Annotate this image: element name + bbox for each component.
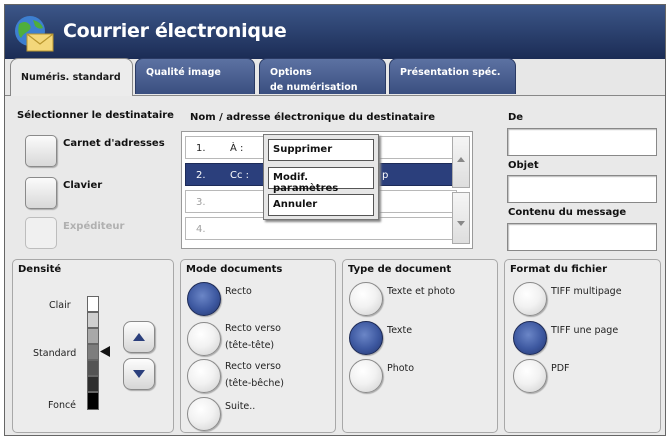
density-step xyxy=(87,312,99,328)
globe-envelope-icon xyxy=(15,16,54,52)
delete-menu-item[interactable]: Supprimer xyxy=(268,139,374,161)
sender-button[interactable] xyxy=(25,217,57,249)
text-photo-label: Texte et photo xyxy=(387,286,456,297)
pdf-radio[interactable] xyxy=(513,359,547,393)
more-modes-radio[interactable] xyxy=(187,397,221,431)
window-title: Courrier électronique xyxy=(63,20,287,42)
subject-label: Objet xyxy=(508,160,539,171)
chevron-up-icon xyxy=(457,157,465,162)
message-body-label: Contenu du message xyxy=(508,207,627,218)
photo-radio[interactable] xyxy=(349,359,383,393)
tiff-single-page-radio[interactable] xyxy=(513,321,547,355)
duplex-head-toe-radio[interactable] xyxy=(187,359,221,393)
keyboard-button[interactable] xyxy=(25,177,57,209)
density-step xyxy=(87,328,99,344)
row-number: 1. xyxy=(196,143,206,154)
message-body-field[interactable] xyxy=(507,223,657,251)
triangle-down-icon xyxy=(133,370,145,378)
photo-label: Photo xyxy=(387,363,415,374)
triangle-up-icon xyxy=(133,333,145,341)
tab-image-quality[interactable]: Qualité image xyxy=(135,58,255,94)
chevron-down-icon xyxy=(457,221,465,226)
more-modes-label: Suite.. xyxy=(225,401,256,412)
tiff-single-page-label: TIFF une page xyxy=(551,325,619,336)
row-address: p xyxy=(382,170,389,181)
text-label: Texte xyxy=(387,325,413,336)
file-format-heading: Format du fichier xyxy=(510,264,608,275)
tab-layout-adjustment[interactable]: Présentation spéc. xyxy=(389,58,516,94)
address-book-button[interactable] xyxy=(25,135,57,167)
from-label: De xyxy=(508,112,524,123)
density-step xyxy=(87,376,99,392)
density-pointer-icon xyxy=(100,346,110,357)
density-step-current xyxy=(87,344,99,360)
cancel-menu-item[interactable]: Annuler xyxy=(268,194,374,216)
duplex-head-head-label: Recto verso (tête-tête) xyxy=(225,323,281,351)
recto-label: Recto xyxy=(225,286,252,297)
tiff-multipage-label: TIFF multipage xyxy=(551,286,622,297)
from-field[interactable] xyxy=(507,128,657,156)
recipient-heading: Sélectionner le destinataire xyxy=(17,110,174,121)
recipient-row[interactable]: 4. xyxy=(185,217,457,240)
document-mode-heading: Mode documents xyxy=(186,264,283,275)
density-heading: Densité xyxy=(18,264,62,275)
tab-label: Numéris. standard xyxy=(21,72,121,83)
row-number: 4. xyxy=(196,224,206,235)
density-step xyxy=(87,392,99,410)
density-standard-label: Standard xyxy=(33,348,77,359)
tab-label: Qualité image xyxy=(146,67,221,78)
duplex-head-head-radio[interactable] xyxy=(187,322,221,356)
text-photo-radio[interactable] xyxy=(349,282,383,316)
address-book-label: Carnet d'adresses xyxy=(63,138,165,149)
scroll-up-button[interactable] xyxy=(452,136,470,188)
subject-field[interactable] xyxy=(507,175,657,203)
title-bar: Courrier électronique xyxy=(5,5,665,59)
context-menu: Supprimer Modif. paramètres Annuler xyxy=(263,134,379,220)
scroll-down-button[interactable] xyxy=(452,192,470,244)
keyboard-label: Clavier xyxy=(63,180,103,191)
tab-standard-scan[interactable]: Numéris. standard xyxy=(10,58,133,96)
density-darker-button[interactable] xyxy=(123,358,155,390)
duplex-head-toe-label: Recto verso (tête-bêche) xyxy=(225,361,284,389)
sender-label: Expéditeur xyxy=(63,221,125,232)
density-step xyxy=(87,296,99,312)
density-lighter-button[interactable] xyxy=(123,321,155,353)
row-type: Cc : xyxy=(230,170,250,181)
tab-label: Options de numérisation xyxy=(270,67,358,93)
edit-settings-menu-item[interactable]: Modif. paramètres xyxy=(268,167,374,194)
density-light-label: Clair xyxy=(49,300,71,311)
document-type-heading: Type de document xyxy=(348,264,452,275)
recipient-list-heading: Nom / adresse électronique du destinatai… xyxy=(190,112,436,123)
density-dark-label: Foncé xyxy=(48,400,77,411)
row-number: 2. xyxy=(196,170,206,181)
tab-scan-options[interactable]: Options de numérisation xyxy=(259,58,386,94)
tab-label: Présentation spéc. xyxy=(400,67,501,78)
row-type: À : xyxy=(230,143,244,154)
row-number: 3. xyxy=(196,197,206,208)
pdf-label: PDF xyxy=(551,363,570,374)
email-window: Courrier électronique Numéris. standard … xyxy=(4,4,666,436)
recto-radio[interactable] xyxy=(187,282,221,316)
text-radio[interactable] xyxy=(349,321,383,355)
density-step xyxy=(87,360,99,376)
tiff-multipage-radio[interactable] xyxy=(513,282,547,316)
